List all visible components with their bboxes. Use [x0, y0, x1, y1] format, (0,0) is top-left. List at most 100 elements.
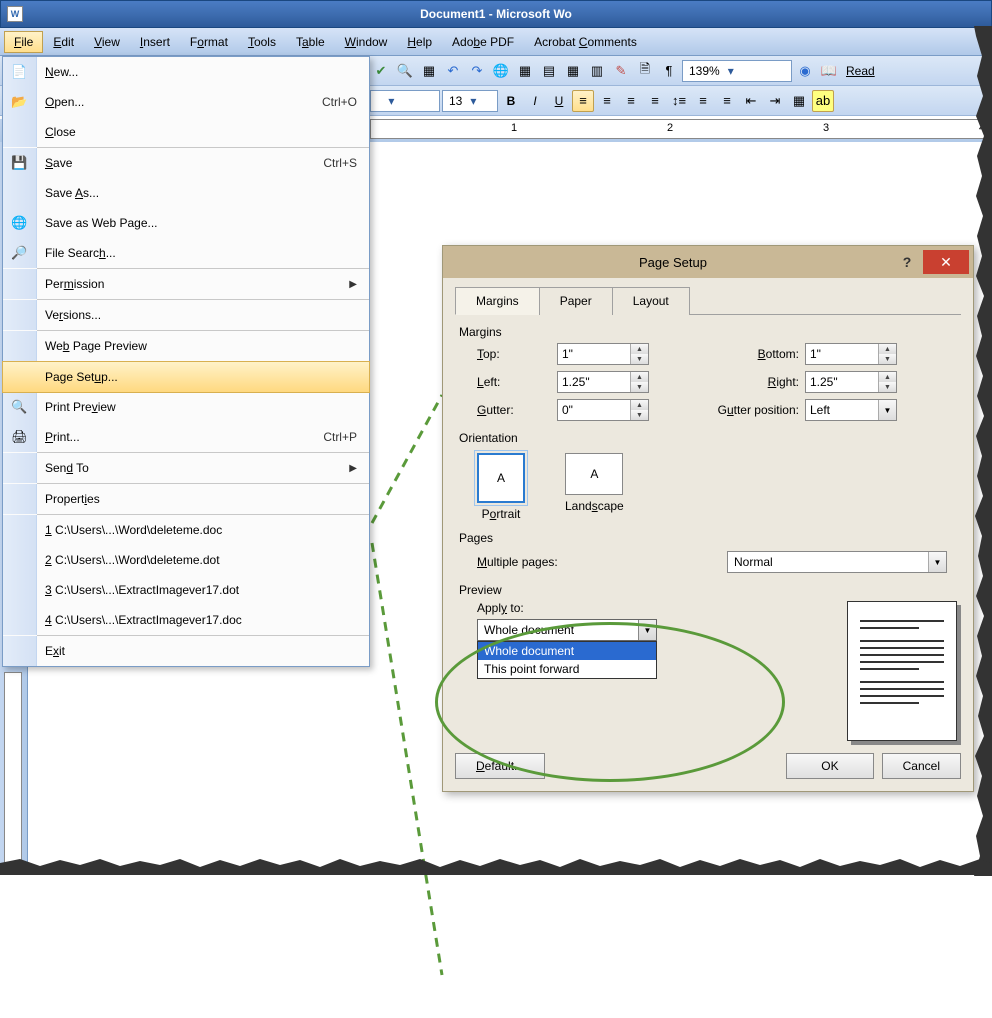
menu-acrobat-comments[interactable]: Acrobat Comments	[524, 31, 647, 53]
numbered-list-icon[interactable]: ≡	[692, 90, 714, 112]
menu-edit[interactable]: Edit	[43, 31, 84, 53]
spin-up-icon[interactable]: ▲	[879, 344, 896, 354]
underline-icon[interactable]: U	[548, 90, 570, 112]
document-map-icon[interactable]: 🗎	[634, 60, 656, 82]
menu-item-properties[interactable]: Properties	[3, 484, 369, 514]
menu-item-recent-1[interactable]: 1 C:\Users\...\Word\deleteme.doc	[3, 515, 369, 545]
menu-item-print-preview[interactable]: 🔍Print Preview	[3, 392, 369, 422]
decrease-indent-icon[interactable]: ⇤	[740, 90, 762, 112]
dialog-titlebar[interactable]: Page Setup ? ✕	[443, 246, 973, 278]
left-spinner[interactable]: 1.25"▲▼	[557, 371, 649, 393]
research-icon[interactable]: 🔍	[394, 60, 416, 82]
menu-tools[interactable]: Tools	[238, 31, 286, 53]
apply-to-option-whole[interactable]: Whole document	[478, 642, 656, 660]
tables-borders-icon[interactable]: ▦	[418, 60, 440, 82]
left-label: Left:	[477, 375, 557, 389]
apply-to-combo[interactable]: Whole document▼ Whole document This poin…	[477, 619, 657, 641]
close-button[interactable]: ✕	[923, 250, 969, 274]
undo-icon[interactable]: ↶	[442, 60, 464, 82]
menu-item-close[interactable]: Close	[3, 117, 369, 147]
spin-down-icon[interactable]: ▼	[879, 354, 896, 364]
insert-table-icon[interactable]: ▤	[538, 60, 560, 82]
redo-icon[interactable]: ↷	[466, 60, 488, 82]
justify-icon[interactable]: ≡	[644, 90, 666, 112]
help-icon[interactable]: ◉	[794, 60, 816, 82]
line-spacing-icon[interactable]: ↕≡	[668, 90, 690, 112]
gutter-position-combo[interactable]: Left▼	[805, 399, 897, 421]
portrait-icon: A	[477, 453, 525, 503]
menu-item-recent-2[interactable]: 2 C:\Users\...\Word\deleteme.dot	[3, 545, 369, 575]
spin-down-icon[interactable]: ▼	[631, 382, 648, 392]
top-spinner[interactable]: 1"▲▼	[557, 343, 649, 365]
italic-icon[interactable]: I	[524, 90, 546, 112]
columns-icon[interactable]: ▥	[586, 60, 608, 82]
align-center-icon[interactable]: ≡	[596, 90, 618, 112]
help-button[interactable]: ?	[891, 254, 923, 270]
menu-format[interactable]: Format	[180, 31, 238, 53]
right-spinner[interactable]: 1.25"▲▼	[805, 371, 897, 393]
ok-button[interactable]: OK	[786, 753, 873, 779]
menu-item-send-to[interactable]: Send To▶	[3, 453, 369, 483]
excel-icon[interactable]: ▦	[562, 60, 584, 82]
menu-item-save-web[interactable]: 🌐Save as Web Page...	[3, 208, 369, 238]
preview-header: Preview	[459, 583, 957, 597]
menu-item-web-preview[interactable]: Web Page Preview	[3, 331, 369, 361]
bottom-spinner[interactable]: 1"▲▼	[805, 343, 897, 365]
spin-up-icon[interactable]: ▲	[631, 372, 648, 382]
menu-adobe-pdf[interactable]: Adobe PDF	[442, 31, 524, 53]
spin-up-icon[interactable]: ▲	[631, 344, 648, 354]
zoom-combo[interactable]: 139% ▾	[682, 60, 792, 82]
bold-icon[interactable]: B	[500, 90, 522, 112]
menu-item-save-as[interactable]: Save As...	[3, 178, 369, 208]
menu-item-versions[interactable]: Versions...	[3, 300, 369, 330]
spin-up-icon[interactable]: ▲	[631, 400, 648, 410]
menu-item-save[interactable]: 💾SaveCtrl+S	[3, 148, 369, 178]
horizontal-ruler[interactable]: 1 2 3 4	[370, 119, 990, 139]
gutter-spinner[interactable]: 0"▲▼	[557, 399, 649, 421]
menu-help[interactable]: Help	[397, 31, 442, 53]
font-size-combo[interactable]: 13 ▾	[442, 90, 498, 112]
align-left-icon[interactable]: ≡	[572, 90, 594, 112]
menu-item-recent-4[interactable]: 4 C:\Users\...\ExtractImagever17.doc	[3, 605, 369, 635]
highlight-icon[interactable]: ab	[812, 90, 834, 112]
menu-item-print[interactable]: 🖨Print...Ctrl+P	[3, 422, 369, 452]
default-button[interactable]: Default...	[455, 753, 545, 779]
tab-margins[interactable]: Margins	[455, 287, 540, 315]
orientation-landscape[interactable]: A Landscape	[565, 453, 624, 521]
show-formatting-icon[interactable]: ¶	[658, 60, 680, 82]
menu-file[interactable]: File	[4, 31, 43, 53]
bulleted-list-icon[interactable]: ≡	[716, 90, 738, 112]
tables-icon[interactable]: ▦	[514, 60, 536, 82]
font-combo[interactable]: ▾	[370, 90, 440, 112]
hyperlink-icon[interactable]: 🌐	[490, 60, 512, 82]
tab-paper[interactable]: Paper	[539, 287, 613, 315]
borders-icon[interactable]: ▦	[788, 90, 810, 112]
menu-item-recent-3[interactable]: 3 C:\Users\...\ExtractImagever17.dot	[3, 575, 369, 605]
spin-up-icon[interactable]: ▲	[879, 372, 896, 382]
increase-indent-icon[interactable]: ⇥	[764, 90, 786, 112]
multiple-pages-combo[interactable]: Normal▼	[727, 551, 947, 573]
align-right-icon[interactable]: ≡	[620, 90, 642, 112]
menu-item-open[interactable]: 📂Open...Ctrl+O	[3, 87, 369, 117]
spin-down-icon[interactable]: ▼	[631, 410, 648, 420]
read-mode-icon[interactable]: 📖	[818, 60, 840, 82]
menu-item-exit[interactable]: Exit	[3, 636, 369, 666]
menu-insert[interactable]: Insert	[130, 31, 180, 53]
menu-window[interactable]: Window	[335, 31, 398, 53]
menu-item-page-setup[interactable]: Page Setup...	[3, 362, 369, 392]
menu-table[interactable]: Table	[286, 31, 335, 53]
menu-item-new[interactable]: 📄New...	[3, 57, 369, 87]
apply-to-option-forward[interactable]: This point forward	[478, 660, 656, 678]
orientation-portrait[interactable]: A Portrait	[477, 453, 525, 521]
menu-item-file-search[interactable]: 🔎File Search...	[3, 238, 369, 268]
read-label[interactable]: Read	[842, 64, 879, 78]
checkmark-icon[interactable]: ✔	[370, 60, 392, 82]
spin-down-icon[interactable]: ▼	[879, 382, 896, 392]
save-web-icon: 🌐	[11, 214, 29, 232]
tab-layout[interactable]: Layout	[612, 287, 690, 315]
drawing-icon[interactable]: ✎	[610, 60, 632, 82]
spin-down-icon[interactable]: ▼	[631, 354, 648, 364]
menu-item-permission[interactable]: Permission▶	[3, 269, 369, 299]
cancel-button[interactable]: Cancel	[882, 753, 961, 779]
menu-view[interactable]: View	[84, 31, 130, 53]
